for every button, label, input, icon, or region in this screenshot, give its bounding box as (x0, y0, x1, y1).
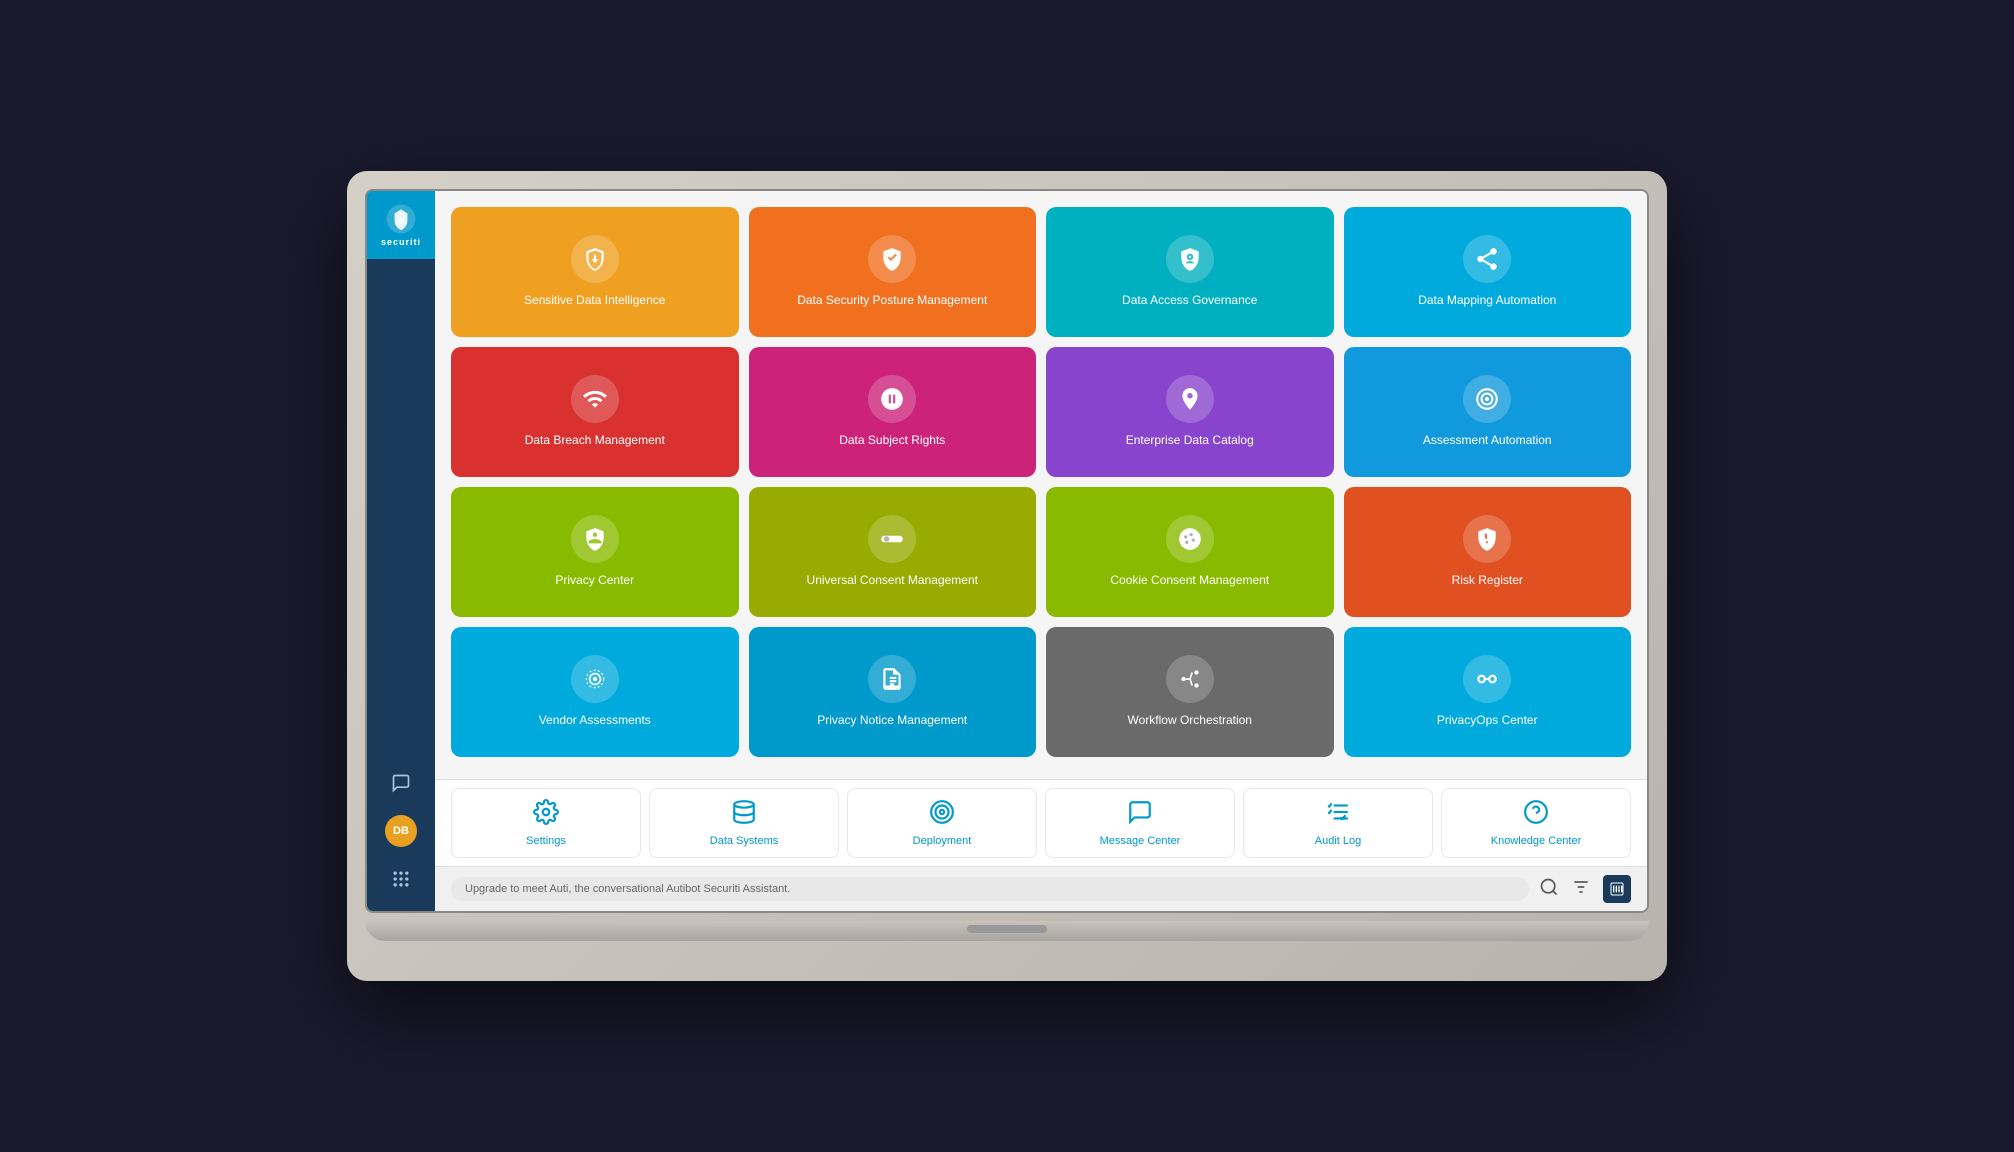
vendor-assessments-icon (571, 655, 619, 703)
risk-register-icon (1463, 515, 1511, 563)
data-breach-label: Data Breach Management (525, 433, 665, 449)
play-footer-icon[interactable] (1603, 875, 1631, 903)
data-security-posture-label: Data Security Posture Management (797, 293, 987, 309)
sensitive-data-icon (571, 235, 619, 283)
data-mapping-icon (1463, 235, 1511, 283)
tile-row-3: Privacy Center Universal Consent Managem… (451, 487, 1631, 617)
chat-icon[interactable] (385, 767, 417, 799)
data-access-governance-icon (1166, 235, 1214, 283)
tile-sensitive-data[interactable]: Sensitive Data Intelligence (451, 207, 739, 337)
footer-icons (1539, 875, 1631, 903)
data-systems-icon (731, 799, 757, 831)
message-center-icon (1127, 799, 1153, 831)
privacy-notice-label: Privacy Notice Management (817, 713, 967, 729)
privacy-notice-icon (868, 655, 916, 703)
risk-register-label: Risk Register (1452, 573, 1523, 589)
laptop-frame: securiti DB (347, 171, 1667, 981)
workflow-orchestration-label: Workflow Orchestration (1128, 713, 1252, 729)
deployment-label: Deployment (913, 835, 972, 847)
vendor-assessments-label: Vendor Assessments (539, 713, 651, 729)
privacyops-center-icon (1463, 655, 1511, 703)
laptop-screen: securiti DB (365, 189, 1649, 913)
logo-text: securiti (381, 237, 421, 247)
tiles-area: Sensitive Data Intelligence Data Securit… (435, 191, 1647, 779)
tile-row-4: Vendor Assessments Privacy Notice Manage… (451, 627, 1631, 757)
message-center-label: Message Center (1100, 835, 1181, 847)
knowledge-center-label: Knowledge Center (1491, 835, 1582, 847)
main-content: Sensitive Data Intelligence Data Securit… (435, 191, 1647, 911)
filter-footer-icon[interactable] (1571, 877, 1591, 902)
data-systems-label: Data Systems (710, 835, 778, 847)
deployment-item[interactable]: Deployment (847, 788, 1037, 858)
sensitive-data-label: Sensitive Data Intelligence (524, 293, 665, 309)
app-container: securiti DB (367, 191, 1647, 911)
knowledge-center-item[interactable]: Knowledge Center (1441, 788, 1631, 858)
tile-privacy-center[interactable]: Privacy Center (451, 487, 739, 617)
tile-data-mapping[interactable]: Data Mapping Automation (1344, 207, 1632, 337)
tile-risk-register[interactable]: Risk Register (1344, 487, 1632, 617)
universal-consent-icon (868, 515, 916, 563)
user-avatar[interactable]: DB (385, 815, 417, 847)
tile-privacyops-center[interactable]: PrivacyOps Center (1344, 627, 1632, 757)
sidebar: securiti DB (367, 191, 435, 911)
knowledge-center-icon (1523, 799, 1549, 831)
enterprise-data-catalog-icon (1166, 375, 1214, 423)
search-footer-icon[interactable] (1539, 877, 1559, 902)
bottom-bar: Settings Data Systems (435, 779, 1647, 866)
tile-universal-consent[interactable]: Universal Consent Management (749, 487, 1037, 617)
tile-data-breach[interactable]: Data Breach Management (451, 347, 739, 477)
audit-log-icon (1325, 799, 1351, 831)
cookie-consent-label: Cookie Consent Management (1110, 573, 1269, 589)
data-subject-rights-label: Data Subject Rights (839, 433, 945, 449)
tile-assessment-automation[interactable]: Assessment Automation (1344, 347, 1632, 477)
deployment-icon (929, 799, 955, 831)
tile-vendor-assessments[interactable]: Vendor Assessments (451, 627, 739, 757)
tile-workflow-orchestration[interactable]: Workflow Orchestration (1046, 627, 1334, 757)
universal-consent-label: Universal Consent Management (807, 573, 978, 589)
privacy-center-label: Privacy Center (555, 573, 634, 589)
tile-data-access-governance[interactable]: Data Access Governance (1046, 207, 1334, 337)
audit-log-item[interactable]: Audit Log (1243, 788, 1433, 858)
footer-bar: Upgrade to meet Auti, the conversational… (435, 866, 1647, 911)
data-access-governance-label: Data Access Governance (1122, 293, 1257, 309)
settings-label: Settings (526, 835, 566, 847)
tile-data-security-posture[interactable]: Data Security Posture Management (749, 207, 1037, 337)
enterprise-data-catalog-label: Enterprise Data Catalog (1126, 433, 1254, 449)
settings-item[interactable]: Settings (451, 788, 641, 858)
data-security-posture-icon (868, 235, 916, 283)
cookie-consent-icon (1166, 515, 1214, 563)
data-breach-icon (571, 375, 619, 423)
assessment-automation-label: Assessment Automation (1423, 433, 1552, 449)
privacy-center-icon (571, 515, 619, 563)
message-center-item[interactable]: Message Center (1045, 788, 1235, 858)
chat-bubble[interactable]: Upgrade to meet Auti, the conversational… (451, 877, 1529, 901)
assessment-automation-icon (1463, 375, 1511, 423)
data-systems-item[interactable]: Data Systems (649, 788, 839, 858)
laptop-base (365, 921, 1649, 941)
tile-row-1: Sensitive Data Intelligence Data Securit… (451, 207, 1631, 337)
apps-icon[interactable] (385, 863, 417, 895)
workflow-orchestration-icon (1166, 655, 1214, 703)
tile-enterprise-data-catalog[interactable]: Enterprise Data Catalog (1046, 347, 1334, 477)
sidebar-bottom-icons: DB (385, 767, 417, 911)
settings-icon (533, 799, 559, 831)
data-mapping-label: Data Mapping Automation (1418, 293, 1556, 309)
tile-cookie-consent[interactable]: Cookie Consent Management (1046, 487, 1334, 617)
audit-log-label: Audit Log (1315, 835, 1361, 847)
tile-row-2: Data Breach Management Data Subject Righ… (451, 347, 1631, 477)
tile-data-subject-rights[interactable]: Data Subject Rights (749, 347, 1037, 477)
tile-privacy-notice[interactable]: Privacy Notice Management (749, 627, 1037, 757)
privacyops-center-label: PrivacyOps Center (1437, 713, 1538, 729)
data-subject-rights-icon (868, 375, 916, 423)
sidebar-logo[interactable]: securiti (367, 191, 435, 259)
